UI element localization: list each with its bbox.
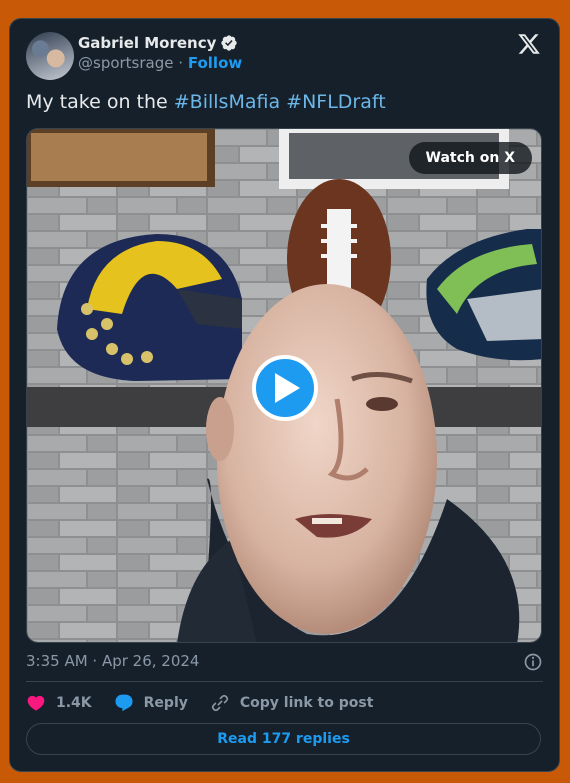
tweet-text: My take on the #BillsMafia #NFLDraft	[26, 91, 386, 113]
author-handle[interactable]: @sportsrage	[78, 54, 174, 72]
copy-link-label: Copy link to post	[239, 695, 374, 711]
heart-icon	[27, 695, 45, 711]
hashtag-billsmafia[interactable]: #BillsMafia	[174, 91, 280, 113]
x-logo-icon[interactable]	[517, 32, 541, 56]
author-name-row: Gabriel Morency	[78, 34, 242, 52]
verified-badge-icon	[220, 34, 238, 52]
author-name[interactable]: Gabriel Morency	[78, 34, 216, 52]
read-replies-button[interactable]: Read 177 replies	[26, 723, 541, 755]
read-replies-label: Read 177 replies	[217, 731, 350, 747]
info-icon[interactable]	[523, 652, 543, 672]
reply-label: Reply	[143, 695, 188, 711]
tweet-header: Gabriel Morency @sportsrage · Follow	[26, 32, 543, 82]
timestamp[interactable]: 3:35 AM · Apr 26, 2024	[26, 652, 199, 670]
follow-button[interactable]: Follow	[188, 54, 242, 72]
copy-link-button[interactable]: Copy link to post	[210, 693, 374, 713]
play-icon	[275, 373, 300, 403]
reply-bubble-icon	[115, 694, 133, 712]
divider	[26, 681, 543, 682]
like-button[interactable]: 1.4K	[26, 693, 92, 713]
play-button[interactable]	[252, 355, 318, 421]
tweet-meta: 3:35 AM · Apr 26, 2024	[26, 652, 543, 672]
handle-row: @sportsrage · Follow	[78, 54, 242, 72]
watch-on-x-button[interactable]: Watch on X	[408, 142, 532, 174]
link-icon	[211, 694, 229, 712]
handle-separator: ·	[178, 54, 184, 72]
reply-button[interactable]: Reply	[114, 693, 188, 713]
tweet-card: Gabriel Morency @sportsrage · Follow My	[9, 18, 560, 772]
tweet-text-prefix: My take on the	[26, 91, 174, 113]
video-thumbnail[interactable]: Watch on X	[26, 128, 542, 643]
avatar[interactable]	[26, 32, 74, 80]
like-count: 1.4K	[56, 695, 92, 711]
actions-bar: 1.4K Reply Copy link to post	[26, 693, 395, 713]
author-block: Gabriel Morency @sportsrage · Follow	[78, 34, 242, 72]
hashtag-nfldraft[interactable]: #NFLDraft	[286, 91, 386, 113]
